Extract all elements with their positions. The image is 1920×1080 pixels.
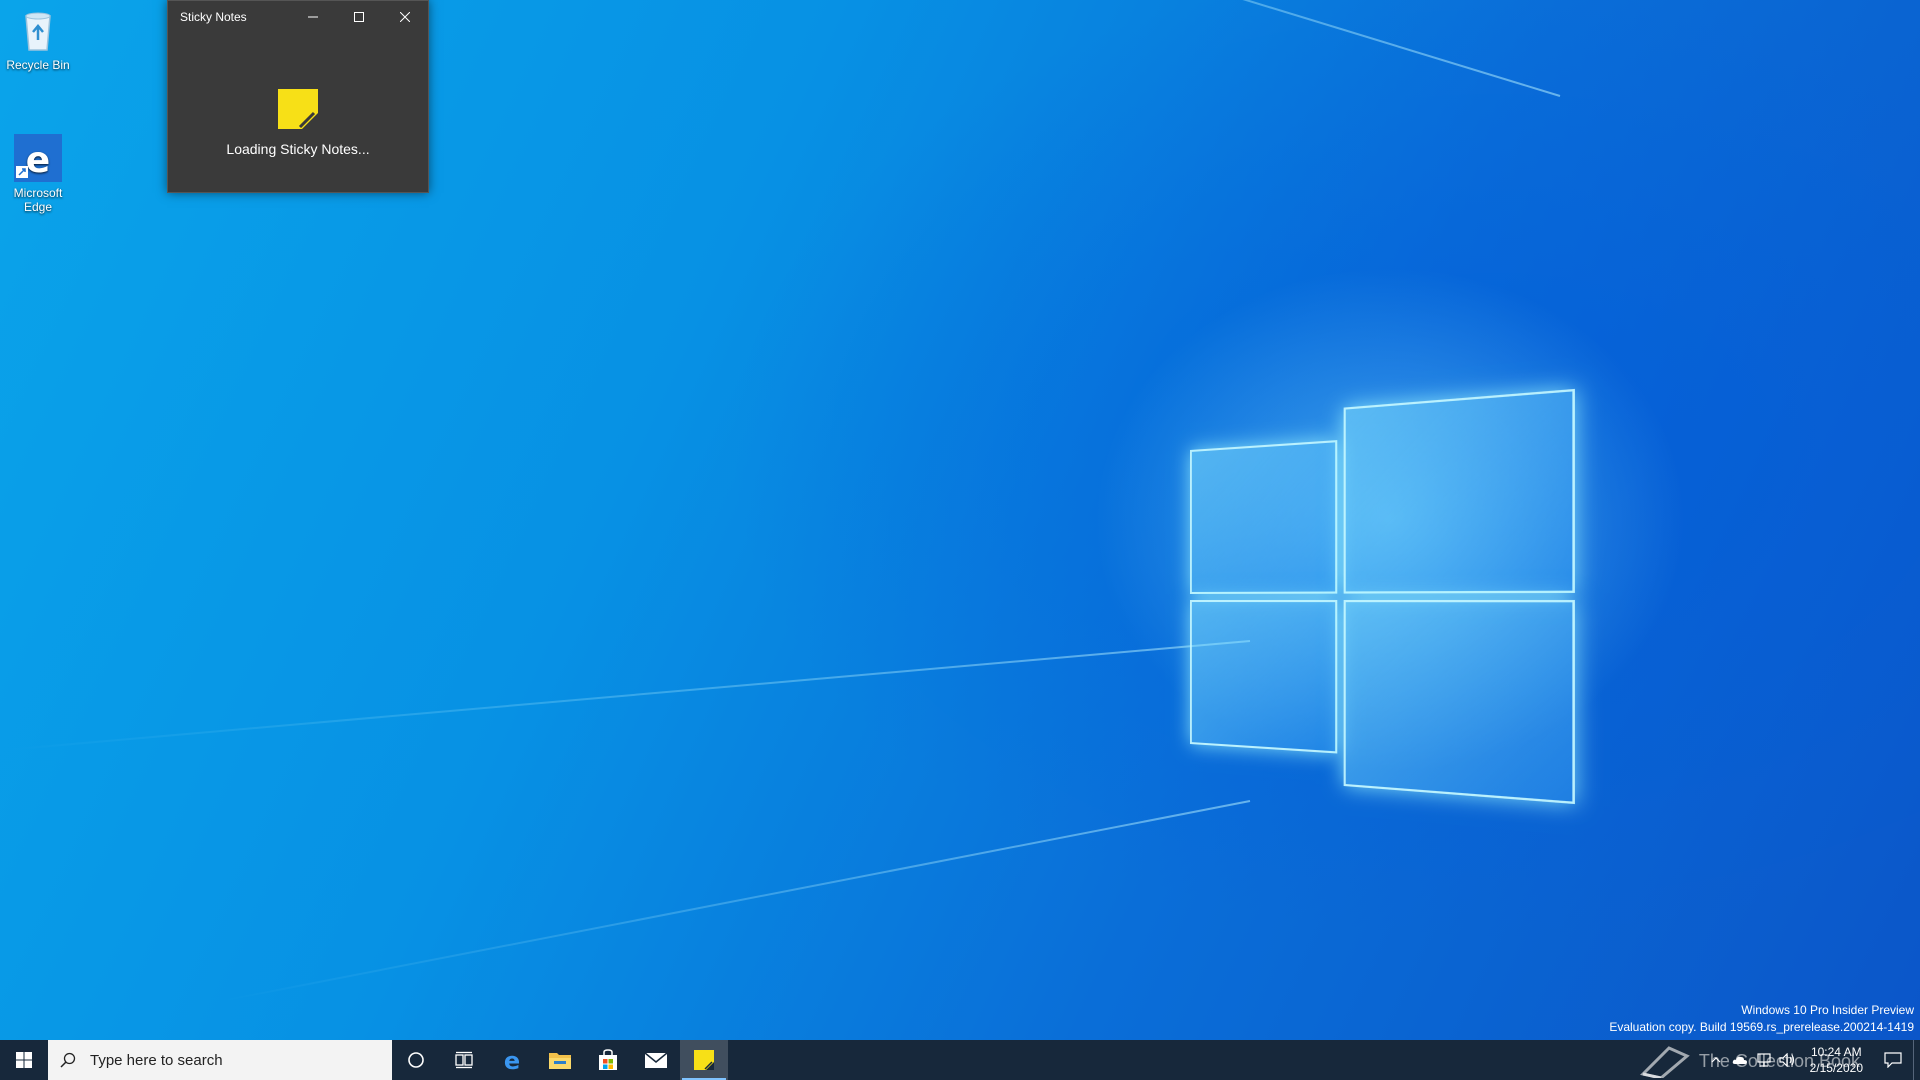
recycle-bin-icon xyxy=(14,6,62,54)
sticky-notes-icon xyxy=(694,1050,714,1070)
watermark-edition: Windows 10 Pro Insider Preview xyxy=(1609,1002,1914,1019)
system-tray: 10:24 AM 2/15/2020 xyxy=(1704,1040,1920,1080)
network-icon xyxy=(1756,1053,1772,1067)
book-logo-icon xyxy=(1639,1044,1691,1078)
task-view-icon xyxy=(455,1051,473,1069)
action-center-button[interactable] xyxy=(1873,1040,1913,1080)
close-icon xyxy=(400,12,410,22)
windows-start-icon xyxy=(16,1052,32,1068)
file-explorer-icon xyxy=(548,1050,572,1070)
tray-clock[interactable]: 10:24 AM 2/15/2020 xyxy=(1800,1044,1873,1076)
logo-pane xyxy=(1344,600,1575,804)
sticky-notes-window: Sticky Notes Loading Sticky Notes... xyxy=(167,0,429,193)
cortana-button[interactable] xyxy=(392,1040,440,1080)
search-icon xyxy=(60,1052,76,1068)
build-watermark: Windows 10 Pro Insider Preview Evaluatio… xyxy=(1609,1002,1914,1036)
cloud-icon xyxy=(1732,1055,1748,1065)
mail-icon xyxy=(644,1051,668,1069)
light-beam xyxy=(5,640,1250,751)
window-titlebar[interactable]: Sticky Notes xyxy=(168,1,428,33)
desktop-icon-recycle-bin[interactable]: Recycle Bin xyxy=(0,6,76,72)
svg-text:e: e xyxy=(504,1048,520,1072)
light-beam xyxy=(219,800,1250,1002)
taskbar-store-button[interactable] xyxy=(584,1040,632,1080)
window-title: Sticky Notes xyxy=(168,10,290,24)
taskbar-mail-button[interactable] xyxy=(632,1040,680,1080)
search-placeholder: Type here to search xyxy=(90,1052,223,1069)
close-button[interactable] xyxy=(382,1,428,33)
maximize-button[interactable] xyxy=(336,1,382,33)
light-beam xyxy=(479,0,1560,97)
tray-network-button[interactable] xyxy=(1752,1040,1776,1080)
maximize-icon xyxy=(354,12,364,22)
desktop-icon-label: Recycle Bin xyxy=(0,58,76,72)
desktop-icon-label: Microsoft Edge xyxy=(0,186,76,214)
edge-icon: e xyxy=(500,1048,524,1072)
task-view-button[interactable] xyxy=(440,1040,488,1080)
desktop-icon-edge[interactable]: e Microsoft Edge xyxy=(0,106,76,228)
logo-pane xyxy=(1344,389,1575,594)
windows-logo-wallpaper xyxy=(1190,388,1583,811)
loading-text: Loading Sticky Notes... xyxy=(168,141,428,157)
taskbar-search-box[interactable]: Type here to search xyxy=(48,1040,392,1080)
logo-pane xyxy=(1190,600,1337,754)
clock-time: 10:24 AM xyxy=(1810,1044,1863,1060)
tray-onedrive-button[interactable] xyxy=(1728,1040,1752,1080)
chevron-up-icon xyxy=(1711,1057,1721,1063)
taskbar-edge-button[interactable]: e xyxy=(488,1040,536,1080)
watermark-build: Evaluation copy. Build 19569.rs_prerelea… xyxy=(1609,1019,1914,1036)
minimize-button[interactable] xyxy=(290,1,336,33)
minimize-icon xyxy=(308,12,318,22)
taskbar-sticky-notes-button[interactable] xyxy=(680,1040,728,1080)
taskbar: Type here to search e The Collection Boo… xyxy=(0,1040,1920,1080)
desktop: Recycle Bin e Microsoft Edge Sticky Note… xyxy=(0,0,1920,1040)
logo-pane xyxy=(1190,440,1337,594)
clock-date: 2/15/2020 xyxy=(1810,1060,1863,1076)
sticky-notes-logo-icon xyxy=(278,89,318,129)
svg-text:e: e xyxy=(26,140,50,181)
edge-icon: e xyxy=(14,120,62,168)
store-icon xyxy=(597,1049,619,1071)
tray-volume-button[interactable] xyxy=(1776,1040,1800,1080)
start-button[interactable] xyxy=(0,1040,48,1080)
notification-icon xyxy=(1884,1052,1902,1068)
cortana-icon xyxy=(407,1051,425,1069)
taskbar-file-explorer-button[interactable] xyxy=(536,1040,584,1080)
tray-overflow-button[interactable] xyxy=(1704,1040,1728,1080)
speaker-icon xyxy=(1779,1053,1797,1067)
show-desktop-button[interactable] xyxy=(1913,1040,1920,1080)
